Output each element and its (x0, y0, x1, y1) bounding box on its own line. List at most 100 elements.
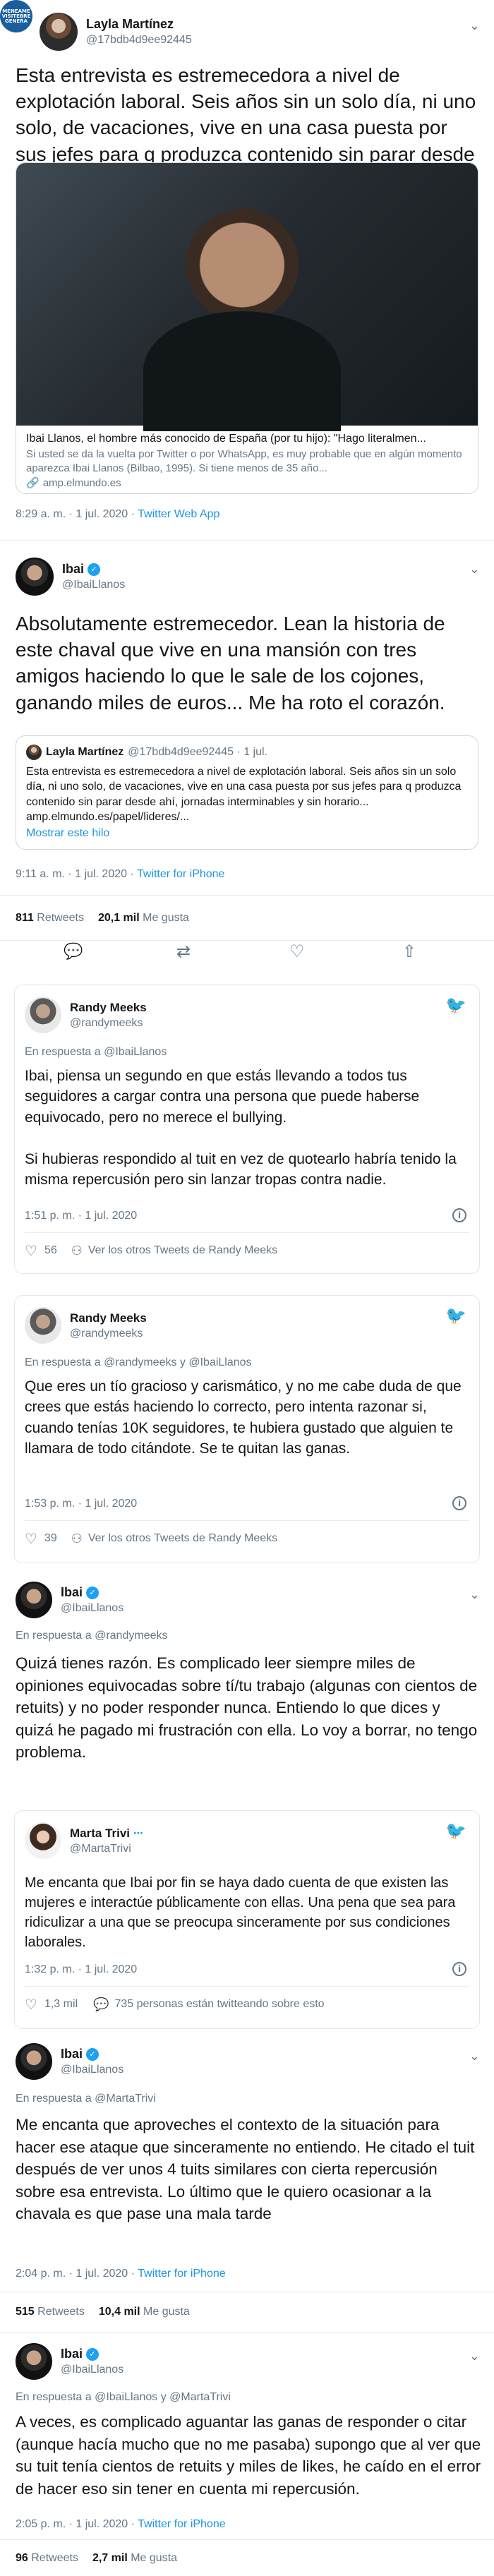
info-icon[interactable]: i (452, 1208, 466, 1222)
tweet-source[interactable]: Twitter for iPhone (138, 2518, 226, 2530)
author-handle[interactable]: @IbaiLlanos (61, 1602, 124, 1615)
link-card[interactable]: Ibai Llanos, el hombre más conocido de E… (16, 162, 478, 494)
author-name[interactable]: Layla Martínez (86, 17, 192, 32)
watermark-logo: MENEAME VISITEBRE GENERA (0, 0, 32, 32)
info-icon[interactable]: i (452, 1962, 466, 1976)
card-image (16, 163, 478, 431)
tweet-text: Ibai, piensa un segundo en que estás lle… (25, 1068, 457, 1188)
author-name[interactable]: Randy Meeks (70, 1001, 147, 1015)
twitter-bird-icon[interactable]: 🐦 (445, 1306, 466, 1325)
tweet-text: Me encanta que aproveches el contexto de… (16, 2116, 475, 2222)
tweet-timestamp[interactable]: 1:53 p. m. · 1 jul. 2020 (25, 1498, 137, 1510)
tweet-source[interactable]: Twitter Web App (138, 508, 219, 520)
chevron-down-icon[interactable]: ⌄ (469, 2349, 480, 2364)
avatar[interactable] (16, 558, 54, 596)
divider (0, 2539, 494, 2540)
like-count[interactable]: 2,7 mil Me gusta (92, 2552, 177, 2565)
reply-context[interactable]: En respuesta a @IbaiLlanos (25, 1046, 167, 1059)
divider (25, 1986, 469, 1987)
avatar[interactable] (16, 2043, 52, 2080)
chevron-down-icon[interactable]: ⌄ (469, 1587, 480, 1602)
avatar[interactable] (16, 2343, 52, 2380)
twitter-bird-icon[interactable]: 🐦 (445, 995, 466, 1015)
tweet-layla: Layla Martínez @17bdb4d9ee92445 ⌄ Esta e… (0, 0, 494, 565)
badge-icon: ⋯ (133, 1827, 144, 1839)
verified-icon: ✓ (88, 562, 101, 576)
like-button[interactable]: ♡ 39 (25, 1530, 57, 1547)
tweet-timestamp[interactable]: 1:51 p. m. · 1 jul. 2020 (25, 1210, 137, 1222)
like-icon[interactable]: ♡ (289, 941, 305, 961)
author-handle[interactable]: @IbaiLlanos (61, 2064, 124, 2076)
like-count[interactable]: 10,4 mil Me gusta (99, 2306, 190, 2318)
author-handle[interactable]: @17bdb4d9ee92445 (86, 34, 192, 47)
divider (0, 540, 494, 541)
share-icon[interactable]: ⇧ (402, 941, 416, 961)
chevron-down-icon[interactable]: ⌄ (469, 2049, 480, 2064)
verified-icon: ✓ (86, 2347, 100, 2361)
reply-context[interactable]: En respuesta a @MartaTrivi (16, 2093, 156, 2105)
profile-icon: ⚇ (71, 1531, 83, 1546)
tweet-timestamp[interactable]: 2:05 p. m. · 1 jul. 2020 · (16, 2518, 138, 2530)
author-handle[interactable]: @IbaiLlanos (61, 2364, 124, 2376)
embedded-tweet-randy-2[interactable]: Randy Meeks @randymeeks 🐦 En respuesta a… (14, 1295, 480, 1563)
avatar[interactable] (25, 997, 61, 1033)
reply-context[interactable]: En respuesta a @IbaiLlanos y @MartaTrivi (16, 2391, 231, 2404)
profile-icon: ⚇ (71, 1243, 83, 1258)
tweet-timestamp[interactable]: 2:04 p. m. · 1 jul. 2020 · (16, 2268, 138, 2280)
tweet-ibai-final: Ibai ✓ @IbaiLlanos ⌄ En respuesta a @Ibai… (0, 2343, 494, 2576)
author-handle[interactable]: @randymeeks (70, 1328, 147, 1340)
chevron-down-icon[interactable]: ⌄ (469, 18, 480, 33)
tweet-source[interactable]: Twitter for iPhone (137, 868, 225, 880)
divider (0, 895, 494, 896)
conversation-link[interactable]: 💬 735 personas están twitteando sobre est… (93, 1997, 325, 2012)
quoted-author-name: Layla Martínez (46, 746, 124, 758)
author-name[interactable]: Randy Meeks (70, 1311, 147, 1325)
author-name[interactable]: Marta Trivi (70, 1826, 130, 1841)
card-domain: amp.elmundo.es (42, 476, 121, 489)
verified-icon: ✓ (86, 1586, 100, 1599)
avatar[interactable] (25, 1307, 61, 1344)
tweet-text: Que eres un tío gracioso y carismático, … (25, 1378, 462, 1457)
tweet-ibai-reply-marta: Ibai ✓ @IbaiLlanos ⌄ En respuesta a @Mart… (0, 2043, 494, 2368)
like-icon: ♡ (25, 1242, 37, 1259)
show-thread-link[interactable]: Mostrar este hilo (26, 827, 468, 840)
tweet-text: Quizá tienes razón. Es complicado leer s… (16, 1654, 478, 1761)
card-description: Si usted se da la vuelta por Twitter o p… (26, 448, 462, 474)
retweet-icon[interactable]: ⇄ (176, 941, 191, 961)
avatar[interactable] (16, 1582, 52, 1618)
reply-context[interactable]: En respuesta a @randymeeks (16, 1630, 167, 1642)
author-name[interactable]: Ibai (61, 2347, 83, 2361)
quoted-tweet[interactable]: Layla Martínez @17bdb4d9ee92445 · 1 jul.… (16, 735, 478, 850)
tweet-timestamp[interactable]: 1:32 p. m. · 1 jul. 2020 (25, 1963, 137, 1976)
tweet-text: Absolutamente estremecedor. Lean la hist… (16, 613, 445, 714)
more-tweets-link[interactable]: ⚇ Ver los otros Tweets de Randy Meeks (71, 1244, 277, 1258)
embedded-tweet-randy-1[interactable]: Randy Meeks @randymeeks 🐦 En respuesta a… (14, 985, 480, 1274)
tweet-source[interactable]: Twitter for iPhone (138, 2268, 226, 2280)
quoted-author-handle: @17bdb4d9ee92445 · 1 jul. (128, 746, 267, 758)
author-handle[interactable]: @IbaiLlanos (62, 579, 125, 591)
reply-context[interactable]: En respuesta a @randymeeks y @IbaiLlanos (25, 1356, 252, 1369)
avatar[interactable] (25, 1822, 61, 1859)
avatar (26, 745, 42, 760)
author-name[interactable]: Ibai (61, 2047, 83, 2062)
divider (0, 940, 494, 941)
retweet-count[interactable]: 96 Retweets (16, 2552, 78, 2565)
like-count[interactable]: 20,1 mil Me gusta (98, 912, 189, 925)
author-name[interactable]: Ibai (62, 562, 84, 577)
reply-icon[interactable]: 💬 (64, 943, 83, 961)
author-handle[interactable]: @randymeeks (70, 1017, 147, 1030)
more-tweets-link[interactable]: ⚇ Ver los otros Tweets de Randy Meeks (71, 1531, 277, 1546)
info-icon[interactable]: i (452, 1496, 466, 1510)
avatar[interactable] (40, 13, 78, 51)
author-name[interactable]: Ibai (61, 1585, 83, 1600)
tweet-timestamp[interactable]: 8:29 a. m. · 1 jul. 2020 · (16, 508, 138, 520)
author-handle[interactable]: @MartaTrivi (70, 1843, 143, 1855)
twitter-bird-icon[interactable]: 🐦 (445, 1821, 466, 1841)
retweet-count[interactable]: 811 Retweets (16, 912, 84, 925)
like-button[interactable]: ♡ 56 (25, 1242, 57, 1259)
tweet-timestamp[interactable]: 9:11 a. m. · 1 jul. 2020 · (16, 868, 137, 880)
embedded-tweet-marta[interactable]: Marta Trivi ⋯ @MartaTrivi 🐦 Me encanta qu… (14, 1810, 480, 2029)
retweet-count[interactable]: 515 Retweets (16, 2306, 85, 2318)
chevron-down-icon[interactable]: ⌄ (469, 562, 480, 577)
like-button[interactable]: ♡ 1,3 mil (25, 1996, 78, 2013)
